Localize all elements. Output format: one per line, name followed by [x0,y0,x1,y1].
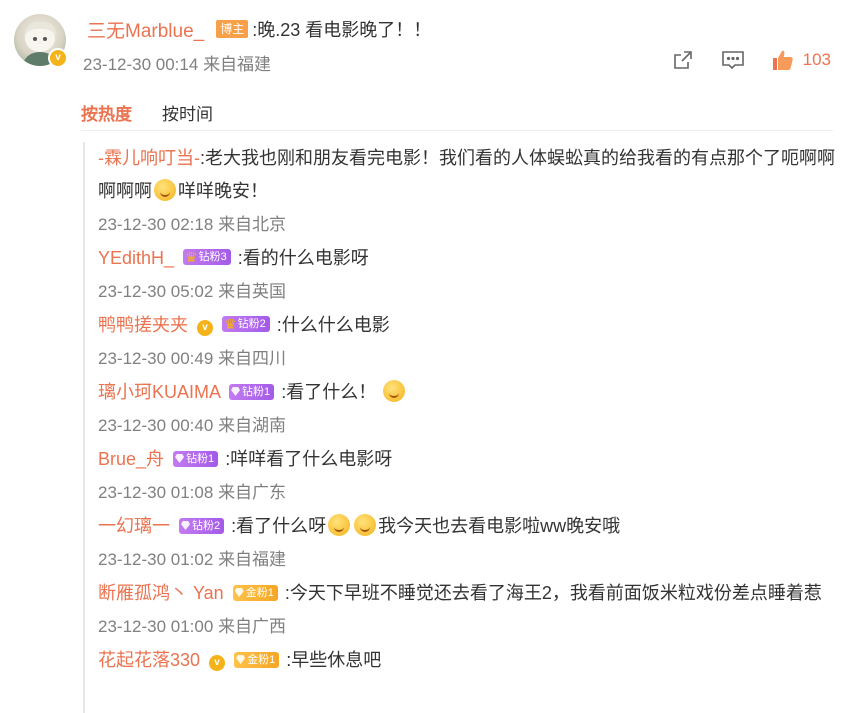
reply-location: 来自北京 [218,215,287,234]
reply-location: 来自湖南 [218,416,287,435]
reply-text: :看了什么呀 [231,516,327,536]
reply-time: 23-12-30 00:49 [98,349,214,368]
reply-item: Brue_舟 钻粉1 :咩咩看了什么电影呀 23-12-30 01:08 来自广… [98,443,835,510]
reply-item: 花起花落330 v 金粉1 :早些休息吧 [98,644,835,677]
diamond-icon [175,454,185,463]
fan-badge-label: 钻粉3 [198,251,227,263]
reply-text-tail: 咩咩晚安！ [178,181,268,201]
diamond-icon [231,387,241,396]
reply-text: :什么什么电影 [276,315,390,335]
reply-text-tail: 我今天也去看电影啦ww晚安哦 [378,516,621,536]
like-count: 103 [802,50,831,69]
reply-author[interactable]: 断雁孤鸿丶 Yan [98,583,224,603]
like-icon[interactable] [771,48,795,72]
post-header: 三无Marblue_ 博主 :晚.23 看电影晚了！！ [87,16,431,42]
reply-time: 23-12-30 01:00 [98,617,214,636]
post-location: 来自福建 [203,55,272,74]
reply-location: 来自广西 [218,617,287,636]
fan-badge-label: 钻粉2 [237,318,266,330]
sort-tabs: 按热度 按时间 [81,100,243,125]
reply-item: 断雁孤鸿丶 Yan 金粉1 :今天下早班不睡觉还去看了海王2，我看前面饭米粒戏份… [98,577,835,644]
reply-author[interactable]: YEdithH_ [98,248,174,268]
crown-icon: ♛ [185,249,198,265]
post-actions: 103 [645,48,831,72]
fan-badge-label: 钻粉1 [242,385,271,398]
fan-badge[interactable]: 钻粉2 [179,517,225,534]
reply-meta: 23-12-30 00:40 来自湖南 [98,409,835,443]
reply-meta: 23-12-30 01:00 来自广西 [98,610,835,644]
fan-badge-label: 金粉1 [247,653,276,666]
crown-icon: ♛ [224,316,237,332]
reply-list: -霖儿响叮当-:老大我也刚和朋友看完电影！我们看的人体蜈蚣真的给我看的有点那个了… [83,142,835,713]
blogger-tag: 博主 [216,20,249,38]
reply-author[interactable]: 璃小珂KUAIMA [98,382,220,402]
fan-badge[interactable]: 钻粉1 [173,450,219,467]
post-text: :晚.23 看电影晚了！！ [252,20,432,40]
reply-location: 来自四川 [218,349,287,368]
fan-badge[interactable]: 金粉1 [232,584,278,601]
fan-badge[interactable]: ♛ 钻粉2 [222,316,270,332]
reply-text: :早些休息吧 [286,650,382,670]
reply-meta: 23-12-30 00:49 来自四川 [98,342,835,376]
shy-emoji-icon [354,514,377,536]
reply-time: 23-12-30 01:02 [98,550,214,569]
shy-emoji-icon [328,514,351,536]
reply-item: 鸭鸭搓夹夹 v ♛ 钻粉2 :什么什么电影 23-12-30 00:49 来自四川 [98,309,835,376]
post-time: 23-12-30 00:14 [83,55,199,74]
smile-emoji-icon [154,179,176,201]
fan-badge-label: 钻粉1 [186,452,215,465]
reply-text: :咩咩看了什么电影呀 [225,449,393,469]
reply-author[interactable]: 花起花落330 [98,650,200,670]
post-meta: 23-12-30 00:14 来自福建 [83,50,271,75]
fan-badge[interactable]: 金粉1 [234,651,280,668]
verified-icon: v [48,48,68,68]
reply-author[interactable]: -霖儿响叮当- [98,148,200,168]
fan-badge[interactable]: ♛ 钻粉3 [183,249,231,265]
author-name[interactable]: 三无Marblue_ [87,16,204,43]
verified-icon: v [197,320,214,336]
reply-location: 来自广东 [218,483,287,502]
fan-badge-label: 金粉1 [245,586,274,599]
reply-author[interactable]: 一幻璃一 [98,516,170,536]
reply-item: 璃小珂KUAIMA 钻粉1 :看了什么！ 23-12-30 00:40 来自湖南 [98,376,835,443]
tabs-divider [81,130,833,131]
gold-fan-icon [236,655,246,664]
gold-fan-icon [234,588,244,597]
reply-meta: 23-12-30 02:18 来自北京 [98,208,835,242]
tab-by-time[interactable]: 按时间 [162,100,213,125]
fan-badge-label: 钻粉2 [192,519,221,532]
reply-text: :看了什么！ [281,382,377,402]
fan-badge[interactable]: 钻粉1 [229,383,275,400]
reply-meta: 23-12-30 01:02 来自福建 [98,543,835,577]
reply-item: YEdithH_ ♛ 钻粉3 :看的什么电影呀 23-12-30 05:02 来自… [98,242,835,309]
reply-item: -霖儿响叮当-:老大我也刚和朋友看完电影！我们看的人体蜈蚣真的给我看的有点那个了… [98,142,835,242]
reply-time: 23-12-30 05:02 [98,282,214,301]
reply-location: 来自福建 [218,550,287,569]
reply-time: 23-12-30 00:40 [98,416,214,435]
reply-meta: 23-12-30 05:02 来自英国 [98,275,835,309]
diamond-icon [181,521,191,530]
reply-time: 23-12-30 02:18 [98,215,214,234]
author-avatar[interactable]: v [14,14,68,68]
verified-icon: v [209,655,226,671]
reply-meta: 23-12-30 01:08 来自广东 [98,476,835,510]
reply-item: 一幻璃一 钻粉2 :看了什么呀 我今天也去看电影啦ww晚安哦 23-12-30 0… [98,510,835,577]
kiss-emoji-icon [383,380,406,402]
reply-author[interactable]: 鸭鸭搓夹夹 [98,315,188,335]
reply-text: :今天下早班不睡觉还去看了海王2，我看前面饭米粒戏份差点睡着惹 [284,583,822,603]
reply-text: :看的什么电影呀 [237,248,369,268]
reply-time: 23-12-30 01:08 [98,483,214,502]
reply-author[interactable]: Brue_舟 [98,449,164,469]
share-icon[interactable] [671,48,695,72]
comment-icon[interactable] [721,48,745,72]
tab-by-heat[interactable]: 按热度 [81,100,132,125]
reply-location: 来自英国 [218,282,287,301]
